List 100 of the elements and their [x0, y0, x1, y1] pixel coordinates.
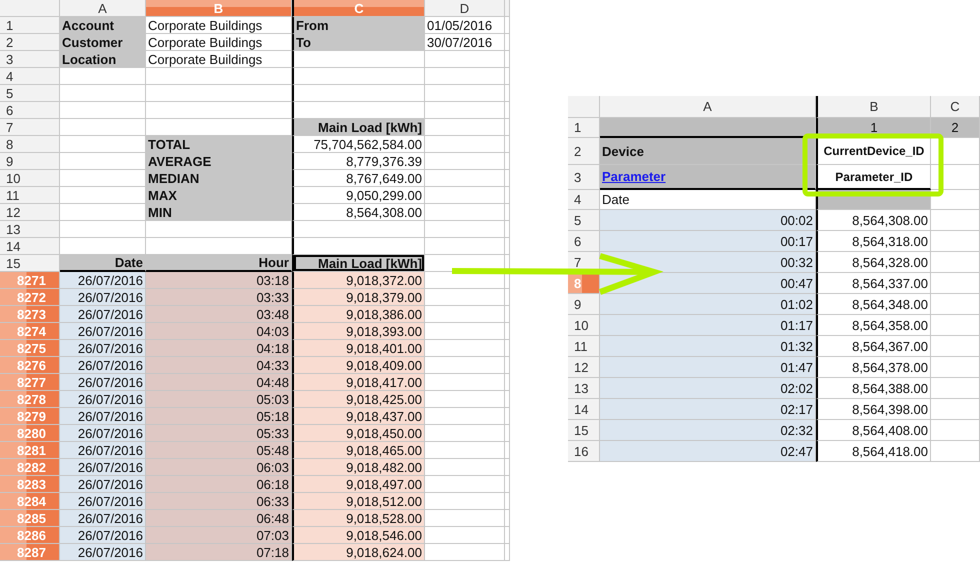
row-header[interactable]: 14: [0, 238, 60, 255]
table-cell: 9,018,425.00: [292, 391, 425, 408]
table-cell: MAX: [146, 187, 292, 204]
table-cell: Main Load [kWh]: [292, 255, 425, 272]
table-cell: 26/07/2016: [60, 493, 146, 510]
table-cell: 9,018,546.00: [292, 527, 425, 544]
table-cell: 26/07/2016: [60, 544, 146, 561]
column-header[interactable]: A: [600, 96, 816, 118]
table-cell: 26/07/2016: [60, 510, 146, 527]
table-cell: 8,564,308.00: [292, 204, 425, 221]
table-cell: MIN: [146, 204, 292, 221]
row-header[interactable]: 8: [0, 136, 60, 153]
table-cell: 9,018,512.00: [292, 493, 425, 510]
row-header[interactable]: 15: [568, 420, 600, 441]
table-cell: 2: [931, 118, 980, 138]
row-header[interactable]: 9: [568, 294, 600, 315]
table-cell: 9,050,299.00: [292, 187, 425, 204]
table-cell: 8,564,398.00: [816, 399, 931, 420]
row-header[interactable]: 16: [568, 441, 600, 462]
table-cell: 9,018,482.00: [292, 459, 425, 476]
table-cell: 26/07/2016: [60, 289, 146, 306]
table-cell: 8,564,378.00: [816, 357, 931, 378]
table-cell: Parameter_ID: [816, 165, 931, 190]
row-header[interactable]: 2: [0, 34, 60, 51]
link[interactable]: Parameter: [602, 169, 666, 184]
table-cell: 01:47: [600, 357, 816, 378]
table-cell: 8,564,418.00: [816, 441, 931, 462]
table-cell: 26/07/2016: [60, 476, 146, 493]
row-header[interactable]: 6: [568, 231, 600, 252]
table-cell: 9,018,497.00: [292, 476, 425, 493]
column-header[interactable]: A: [60, 0, 146, 17]
table-cell: 04:18: [146, 340, 292, 357]
table-cell: 9,018,465.00: [292, 442, 425, 459]
row-header[interactable]: 3: [0, 51, 60, 68]
row-header[interactable]: 12: [568, 357, 600, 378]
table-cell: 26/07/2016: [60, 442, 146, 459]
table-cell: Corporate Buildings: [146, 51, 292, 68]
row-header[interactable]: 1: [0, 17, 60, 34]
table-cell: 02:17: [600, 399, 816, 420]
table-cell: 8,564,408.00: [816, 420, 931, 441]
row-header[interactable]: 7: [0, 119, 60, 136]
table-cell: 8,564,318.00: [816, 231, 931, 252]
row-header[interactable]: 10: [0, 170, 60, 187]
table-cell: 9,018,393.00: [292, 323, 425, 340]
table-cell: Corporate Buildings: [146, 17, 292, 34]
row-header[interactable]: 5: [568, 210, 600, 231]
row-header[interactable]: 9: [0, 153, 60, 170]
table-cell: 02:32: [600, 420, 816, 441]
row-header[interactable]: 6: [0, 102, 60, 119]
table-cell: 04:03: [146, 323, 292, 340]
column-header[interactable]: C: [931, 96, 980, 118]
table-cell: 05:03: [146, 391, 292, 408]
select-all-corner[interactable]: [568, 96, 600, 118]
table-cell: 26/07/2016: [60, 323, 146, 340]
table-cell: Location: [60, 51, 146, 68]
table-cell: 01:32: [600, 336, 816, 357]
table-cell: 07:18: [146, 544, 292, 561]
row-header[interactable]: 14: [568, 399, 600, 420]
row-header[interactable]: 12: [0, 204, 60, 221]
table-cell: 8,779,376.39: [292, 153, 425, 170]
row-header[interactable]: 11: [0, 187, 60, 204]
row-header[interactable]: 15: [0, 255, 60, 272]
table-cell: Corporate Buildings: [146, 34, 292, 51]
table-cell: 05:18: [146, 408, 292, 425]
column-header[interactable]: B: [816, 96, 931, 118]
table-cell: 01:17: [600, 315, 816, 336]
select-all-corner[interactable]: [0, 0, 60, 17]
table-cell: 9,018,450.00: [292, 425, 425, 442]
table-cell: 01:02: [600, 294, 816, 315]
table-cell: TOTAL: [146, 136, 292, 153]
table-cell: Date: [600, 190, 816, 210]
table-cell: Customer: [60, 34, 146, 51]
row-header[interactable]: 13: [568, 378, 600, 399]
row-header[interactable]: 4: [568, 190, 600, 210]
table-cell: MEDIAN: [146, 170, 292, 187]
row-header[interactable]: 5: [0, 85, 60, 102]
row-header[interactable]: 11: [568, 336, 600, 357]
table-cell: AVERAGE: [146, 153, 292, 170]
row-header[interactable]: 1: [568, 118, 600, 138]
row-header[interactable]: 10: [568, 315, 600, 336]
column-header[interactable]: D: [425, 0, 505, 17]
row-header[interactable]: 13: [0, 221, 60, 238]
table-cell: 26/07/2016: [60, 340, 146, 357]
table-cell: Account: [60, 17, 146, 34]
table-cell: 9,018,624.00: [292, 544, 425, 561]
row-header[interactable]: 2: [568, 138, 600, 165]
table-cell: 8,767,649.00: [292, 170, 425, 187]
table-cell: 03:33: [146, 289, 292, 306]
row-header[interactable]: 4: [0, 68, 60, 85]
table-cell: Device: [600, 138, 816, 165]
table-cell: From: [292, 17, 425, 34]
table-cell: 04:33: [146, 357, 292, 374]
table-cell: 8,564,358.00: [816, 315, 931, 336]
table-cell: 8,564,308.00: [816, 210, 931, 231]
table-cell: 04:48: [146, 374, 292, 391]
row-header[interactable]: 3: [568, 165, 600, 190]
table-cell: 00:02: [600, 210, 816, 231]
table-cell: 9,018,417.00: [292, 374, 425, 391]
table-cell: 05:48: [146, 442, 292, 459]
table-cell: 26/07/2016: [60, 459, 146, 476]
